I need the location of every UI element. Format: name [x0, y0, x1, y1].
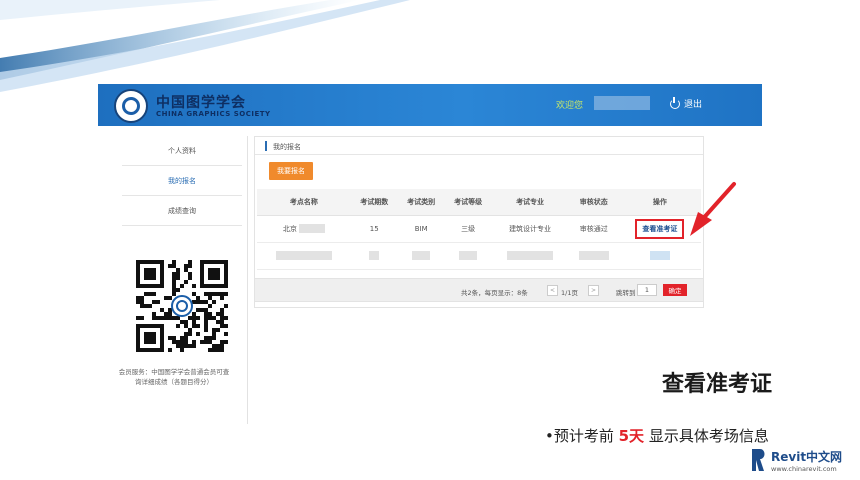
col-category: 考试类别 [397, 189, 445, 216]
welcome-text: 欢迎您 [556, 101, 584, 111]
col-major: 考试专业 [491, 189, 569, 216]
enrollment-table: 考点名称 考试期数 考试类别 考试等级 考试专业 审核状态 操作 北京 15 B… [257, 189, 701, 270]
blurred-cell [275, 251, 332, 260]
sidebar-divider [247, 136, 248, 424]
cell-site: 北京 [257, 215, 351, 243]
enroll-button[interactable]: 我要报名 [269, 162, 313, 180]
watermark-title: Revit中文网 [771, 450, 843, 464]
goto-page-input[interactable]: 1 [637, 284, 657, 296]
table-row: 北京 15 BIM 三级 建筑设计专业 审核通过 查看准考证 [257, 215, 701, 243]
page-indicator: 1/1页 [561, 289, 578, 297]
col-action: 操作 [618, 189, 701, 216]
col-status: 审核状态 [568, 189, 619, 216]
qr-caption: 会员服务：中国图学学会普通会员可查询详细成绩（各题目得分） [118, 368, 230, 386]
sidebar-item-profile[interactable]: 个人资料 [122, 136, 242, 166]
col-period: 考试期数 [350, 189, 398, 216]
sidebar-item-my-enrollment[interactable]: 我的报名 [122, 166, 242, 196]
prev-page-button[interactable]: < [547, 285, 558, 296]
next-page-button[interactable]: > [588, 285, 599, 296]
cell-level: 三级 [444, 215, 492, 243]
table-row [257, 242, 701, 270]
cell-category: BIM [397, 215, 445, 243]
sidebar-item-score-query[interactable]: 成绩查询 [122, 196, 242, 226]
blurred-site [298, 224, 325, 233]
watermark: Revit中文网 www.chinarevit.com [750, 447, 858, 477]
watermark-url: www.chinarevit.com [771, 465, 837, 473]
logout-button[interactable]: 退出 [670, 96, 703, 110]
site-header: 中国图学学会 CHINA GRAPHICS SOCIETY 欢迎您 退出 [98, 84, 762, 126]
cell-status: 审核通过 [568, 215, 619, 243]
goto-label: 跳转到 [616, 289, 636, 297]
blurred-cell [578, 251, 609, 260]
logo-title-cn: 中国图学学会 [156, 95, 246, 111]
confirm-button[interactable]: 确定 [663, 284, 687, 296]
logo-title-en: CHINA GRAPHICS SOCIETY [156, 110, 271, 118]
logout-label: 退出 [684, 100, 703, 110]
cell-major: 建筑设计专业 [491, 215, 569, 243]
cell-action: 查看准考证 [618, 215, 701, 243]
pagination-bar: 共2条，每页显示：8条 < 1/1页 > 跳转到 1 确定 [254, 278, 704, 302]
breadcrumb: 我的报名 [255, 137, 703, 155]
blurred-username [594, 96, 650, 110]
slide-title: 查看准考证 [662, 372, 773, 397]
note-highlight: 5天 [618, 427, 645, 445]
blurred-cell [412, 251, 431, 260]
society-logo-icon [114, 89, 148, 123]
blurred-action[interactable] [649, 251, 670, 260]
table-header-row: 考点名称 考试期数 考试类别 考试等级 考试专业 审核状态 操作 [257, 189, 701, 216]
qr-code [136, 260, 228, 352]
col-site: 考点名称 [257, 189, 351, 216]
blurred-cell [369, 251, 380, 260]
blurred-cell [459, 251, 478, 260]
view-admission-ticket-link[interactable]: 查看准考证 [635, 218, 685, 239]
cell-period: 15 [350, 215, 398, 243]
power-icon [670, 96, 680, 109]
revit-logo-icon [752, 449, 765, 471]
col-level: 考试等级 [444, 189, 492, 216]
slide-note: •预计考前 5天 显示具体考场信息 [545, 427, 769, 445]
breadcrumb-label: 我的报名 [273, 143, 301, 151]
pagination-info: 共2条，每页显示：8条 [461, 289, 528, 297]
blurred-cell [507, 251, 554, 260]
